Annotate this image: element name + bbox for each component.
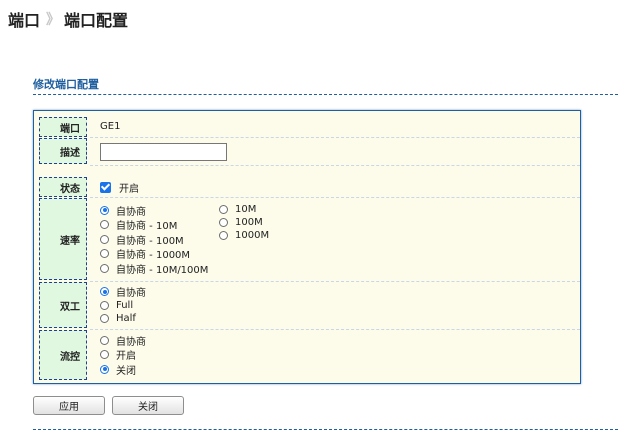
duplex-option[interactable]: 自协商: [100, 285, 146, 299]
radio-icon[interactable]: [100, 263, 109, 273]
speed-option[interactable]: 自协商: [100, 203, 208, 218]
footer-divider: [33, 429, 618, 430]
description-input[interactable]: [100, 143, 227, 161]
radio-icon[interactable]: [100, 300, 109, 310]
radio-icon[interactable]: [219, 205, 228, 214]
radio-icon[interactable]: [219, 231, 228, 240]
speed-option[interactable]: 1000M: [219, 229, 269, 242]
speed-option[interactable]: 10M: [219, 203, 269, 216]
duplex-label: 双工: [39, 282, 87, 328]
row-divider: [90, 281, 580, 282]
radio-icon[interactable]: [100, 249, 109, 259]
radio-icon[interactable]: [100, 220, 109, 230]
port-label: 端口: [39, 117, 87, 137]
speed-option[interactable]: 自协商 - 100M: [100, 232, 208, 247]
speed-option[interactable]: 自协商 - 1000M: [100, 247, 208, 261]
speed-options-col1: 自协商 自协商 - 10M 自协商 - 100M 自协商 - 1000M 自协商…: [100, 203, 208, 276]
breadcrumb: 端口 》 端口配置: [8, 8, 128, 30]
radio-icon[interactable]: [100, 234, 109, 244]
radio-selected-icon[interactable]: [100, 287, 109, 297]
row-divider: [90, 197, 580, 198]
radio-icon[interactable]: [100, 350, 109, 360]
speed-option[interactable]: 100M: [219, 216, 269, 229]
speed-options-col2: 10M 100M 1000M: [219, 203, 269, 242]
flow-control-option[interactable]: 开启: [100, 348, 146, 362]
duplex-options: 自协商 Full Half: [100, 285, 146, 326]
port-value: GE1: [100, 121, 121, 132]
radio-icon[interactable]: [100, 335, 109, 345]
speed-option[interactable]: 自协商 - 10M: [100, 218, 208, 232]
radio-selected-icon[interactable]: [100, 364, 109, 374]
description-label: 描述: [39, 138, 87, 164]
page-title: 端口配置: [64, 11, 129, 30]
breadcrumb-root[interactable]: 端口: [8, 7, 40, 31]
row-divider: [90, 137, 580, 138]
row-divider: [90, 329, 580, 330]
row-divider: [90, 165, 580, 166]
status-field: 开启: [100, 181, 139, 195]
radio-selected-icon[interactable]: [100, 205, 109, 215]
flow-control-options: 自协商 开启 关闭: [100, 333, 146, 377]
speed-option[interactable]: 自协商 - 10M/100M: [100, 261, 208, 276]
breadcrumb-separator-icon: 》: [46, 12, 60, 28]
close-button[interactable]: 关闭: [112, 396, 184, 415]
status-enable-label: 开启: [119, 183, 139, 195]
duplex-option[interactable]: Full: [100, 299, 146, 313]
apply-button[interactable]: 应用: [33, 396, 105, 415]
duplex-option[interactable]: Half: [100, 312, 146, 326]
port-config-panel: 端口 GE1 描述 状态 开启 速率 自协商 自协商 - 10M 自协商 - 1…: [33, 110, 581, 384]
status-label: 状态: [39, 177, 87, 197]
radio-icon[interactable]: [100, 314, 109, 324]
section-divider: [33, 94, 618, 95]
flow-control-option[interactable]: 关闭: [100, 362, 146, 377]
status-enable-checkbox[interactable]: [100, 181, 111, 193]
flow-control-label: 流控: [39, 330, 87, 380]
speed-label: 速率: [39, 198, 87, 280]
flow-control-option[interactable]: 自协商: [100, 333, 146, 348]
section-title: 修改端口配置: [33, 78, 99, 91]
radio-icon[interactable]: [219, 218, 228, 227]
